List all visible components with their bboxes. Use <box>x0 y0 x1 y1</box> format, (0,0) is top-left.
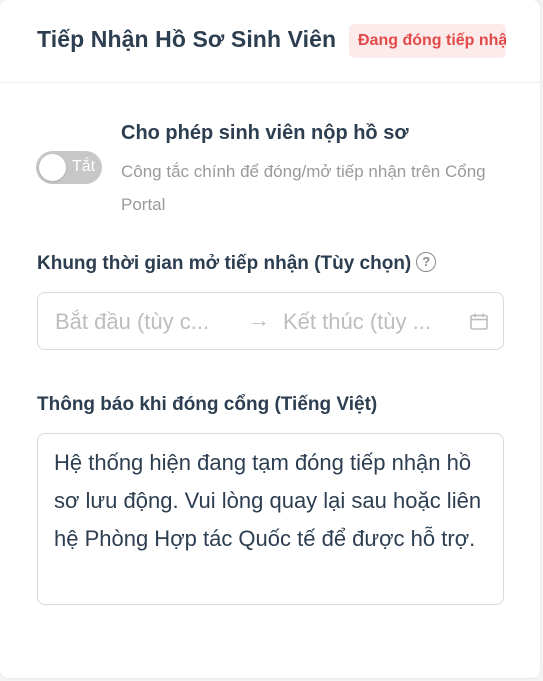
page-title: Tiếp Nhận Hồ Sơ Sinh Viên <box>37 26 337 52</box>
closed-notice-textarea[interactable]: Hệ thống hiện đang tạm đóng tiếp nhận hồ… <box>37 433 504 605</box>
help-circle-icon[interactable]: ? <box>416 251 437 272</box>
arrow-right-icon: → <box>248 307 270 332</box>
option-description: Công tắc chính để đóng/mở tiếp nhận trên… <box>121 162 486 214</box>
date-range-picker[interactable]: Bắt đầu (tùy c... → Kết thúc (tùy ... <box>37 292 504 350</box>
closed-notice-label: Thông báo khi đóng cổng (Tiếng Việt) <box>37 394 378 415</box>
start-date-input[interactable]: Bắt đầu (tùy c... <box>55 309 209 335</box>
time-window-label-text: Khung thời gian mở tiếp nhận (Tùy chọn) <box>37 253 412 274</box>
allow-submission-toggle[interactable]: Tắt <box>36 151 102 184</box>
status-badge-label: Đang đóng tiếp nhận <box>358 32 506 49</box>
card-header: Tiếp Nhận Hồ Sơ Sinh Viên Đang đóng tiếp… <box>0 0 540 83</box>
toggle-state-label: Tắt <box>72 158 96 175</box>
status-badge: Đang đóng tiếp nhận <box>349 24 506 58</box>
calendar-icon[interactable] <box>470 313 488 330</box>
intake-settings-card: Tiếp Nhận Hồ Sơ Sinh Viên Đang đóng tiếp… <box>0 0 540 678</box>
option-title: Cho phép sinh viên nộp hồ sơ <box>121 122 409 144</box>
end-date-input[interactable]: Kết thúc (tùy ... <box>283 309 431 335</box>
toggle-knob <box>39 154 66 181</box>
time-window-label: Khung thời gian mở tiếp nhận (Tùy chọn)? <box>37 251 437 275</box>
